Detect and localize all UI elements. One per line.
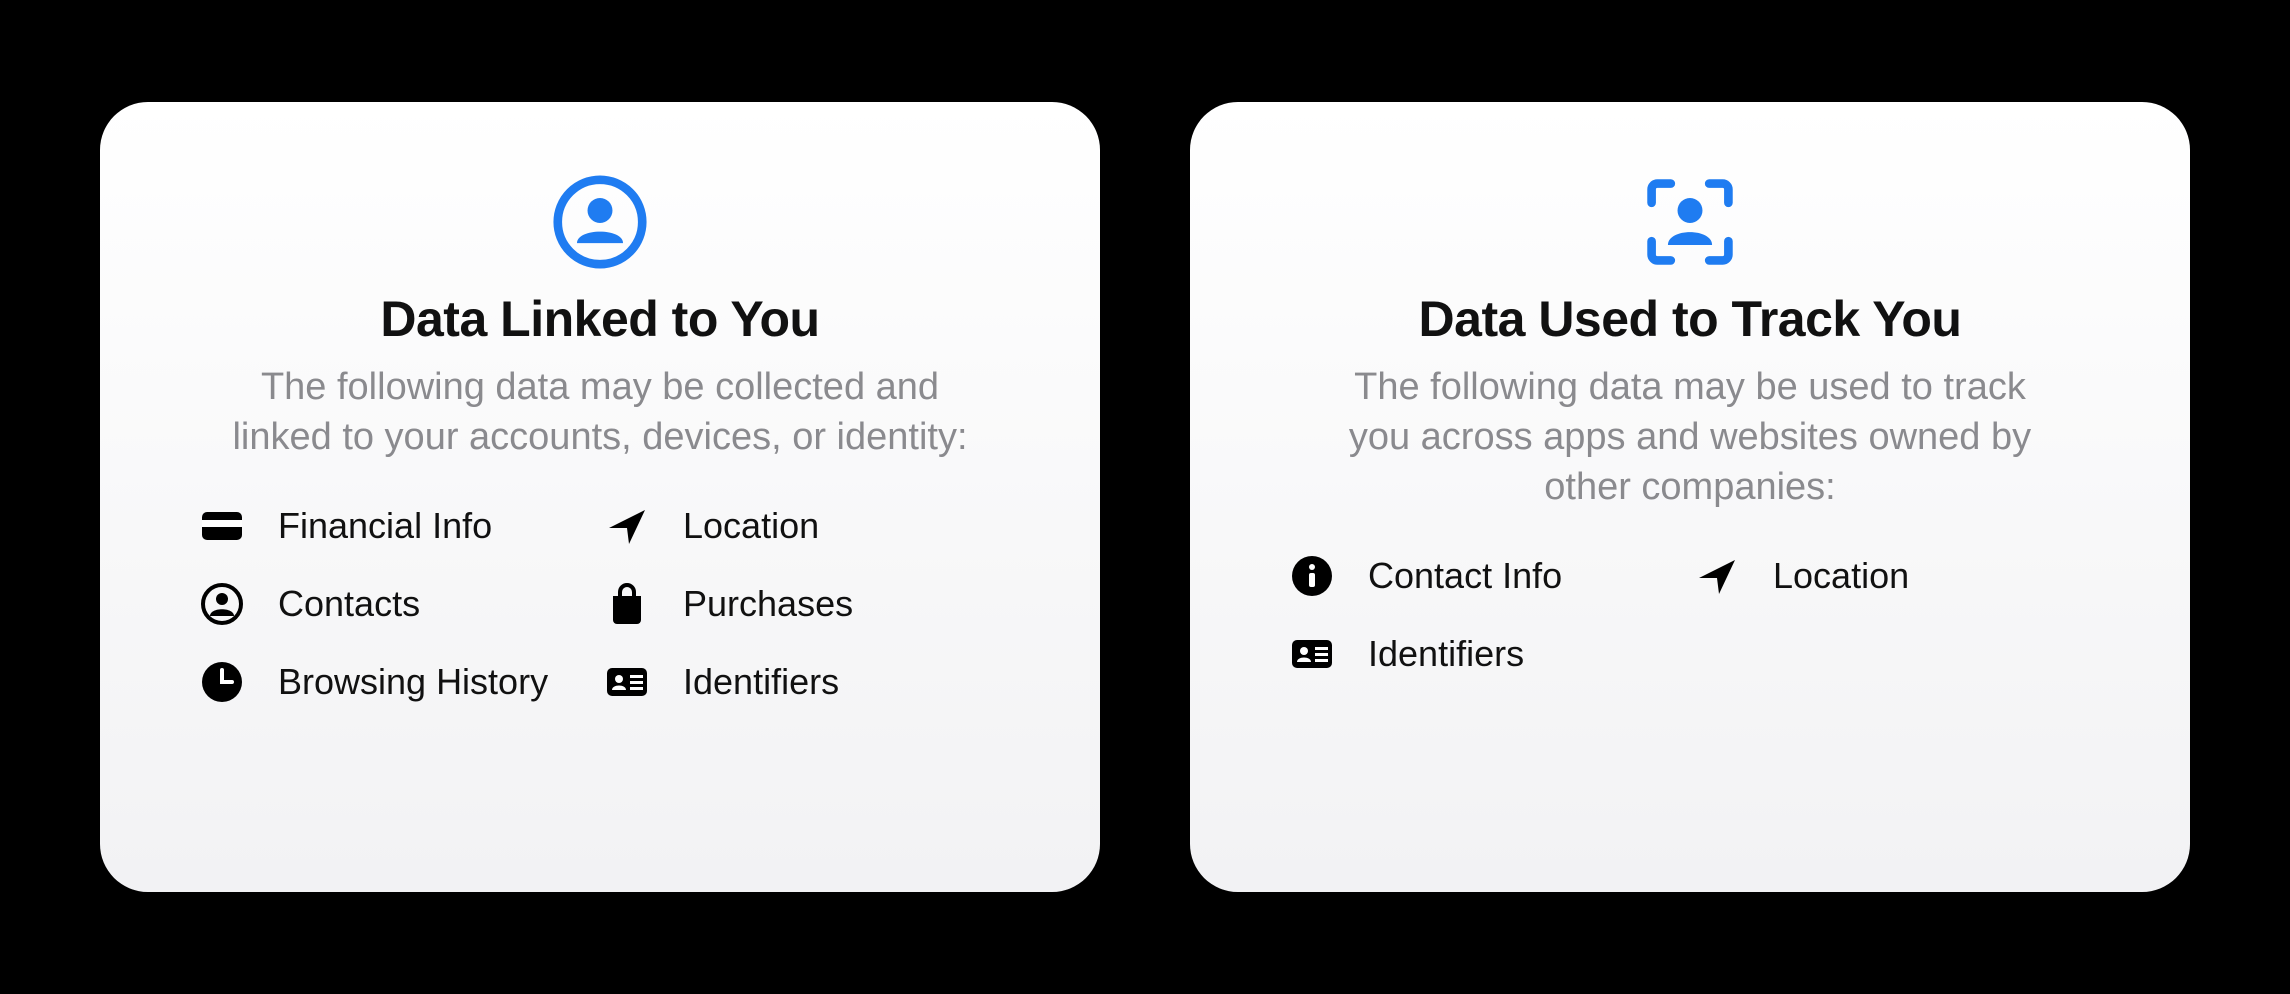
- card-description: The following data may be collected and …: [230, 362, 970, 462]
- card-title: Data Used to Track You: [1419, 290, 1962, 348]
- card-title: Data Linked to You: [380, 290, 819, 348]
- person-viewfinder-icon: [1640, 172, 1740, 272]
- list-item: Contact Info: [1290, 554, 1685, 598]
- list-item: Contacts: [200, 582, 595, 626]
- list-item-label: Location: [1773, 555, 1909, 597]
- list-item-label: Purchases: [683, 583, 853, 625]
- clock-icon: [200, 660, 244, 704]
- location-arrow-icon: [605, 504, 649, 548]
- privacy-card-track: Data Used to Track You The following dat…: [1190, 102, 2190, 892]
- list-item: Browsing History: [200, 660, 595, 704]
- location-arrow-icon: [1695, 554, 1739, 598]
- list-item: Purchases: [605, 582, 1000, 626]
- list-item-label: Browsing History: [278, 661, 548, 703]
- person-circle-icon: [550, 172, 650, 272]
- list-item: Identifiers: [605, 660, 1000, 704]
- data-type-list: Financial Info Location Contacts: [190, 504, 1010, 704]
- list-item-label: Location: [683, 505, 819, 547]
- info-circle-icon: [1290, 554, 1334, 598]
- id-card-icon: [605, 660, 649, 704]
- shopping-bag-icon: [605, 582, 649, 626]
- contacts-circle-icon: [200, 582, 244, 626]
- privacy-card-linked: Data Linked to You The following data ma…: [100, 102, 1100, 892]
- id-card-icon: [1290, 632, 1334, 676]
- list-item: Location: [1695, 554, 2090, 598]
- data-type-list: Contact Info Location Ide: [1280, 554, 2100, 676]
- list-item: Location: [605, 504, 1000, 548]
- list-item-label: Financial Info: [278, 505, 492, 547]
- list-item-label: Contacts: [278, 583, 420, 625]
- list-item: Financial Info: [200, 504, 595, 548]
- list-item-label: Identifiers: [683, 661, 839, 703]
- card-description: The following data may be used to track …: [1320, 362, 2060, 512]
- list-item-label: Contact Info: [1368, 555, 1562, 597]
- list-item: Identifiers: [1290, 632, 1685, 676]
- credit-card-icon: [200, 504, 244, 548]
- list-item-label: Identifiers: [1368, 633, 1524, 675]
